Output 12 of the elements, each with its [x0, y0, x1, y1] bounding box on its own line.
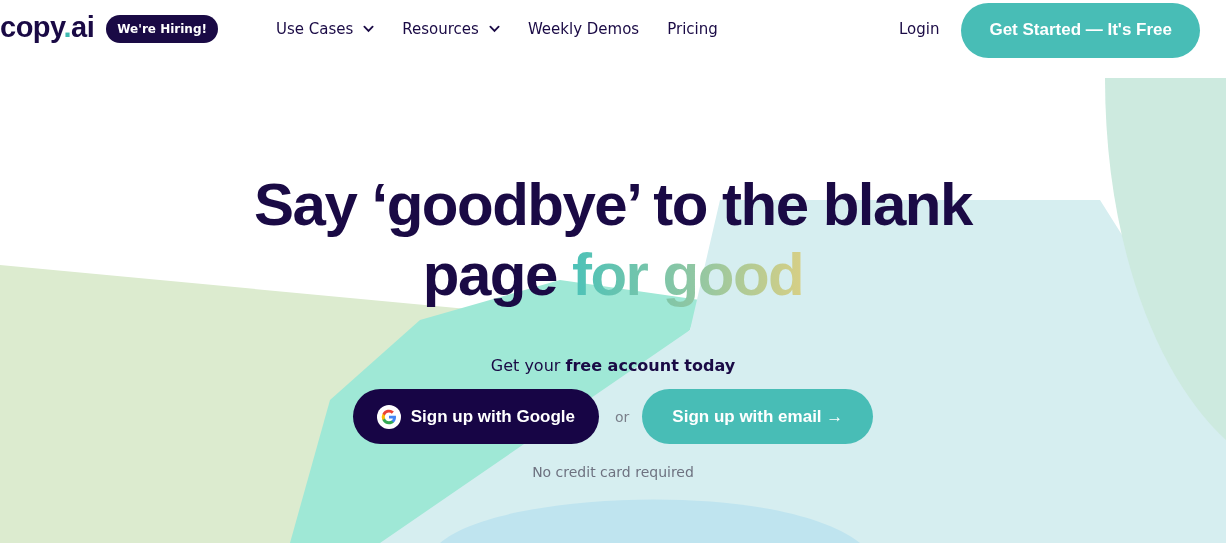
- nav-link[interactable]: Weekly Demos: [527, 20, 640, 38]
- subtitle: Get your free account today: [490, 356, 736, 375]
- google-icon: [376, 404, 401, 429]
- logo[interactable]: copy.ai: [0, 10, 95, 44]
- hiring-badge[interactable]: We're Hiring!: [106, 15, 218, 43]
- login-link[interactable]: Login: [898, 20, 940, 38]
- nav-link[interactable]: Use Cases: [275, 20, 375, 38]
- nav-link[interactable]: Resources: [402, 20, 500, 38]
- or-label: or: [615, 408, 630, 425]
- no-card-note: No credit card required: [532, 464, 694, 480]
- google-signup-button[interactable]: Sign up with Google: [352, 389, 599, 444]
- nav-link[interactable]: Pricing: [667, 20, 718, 38]
